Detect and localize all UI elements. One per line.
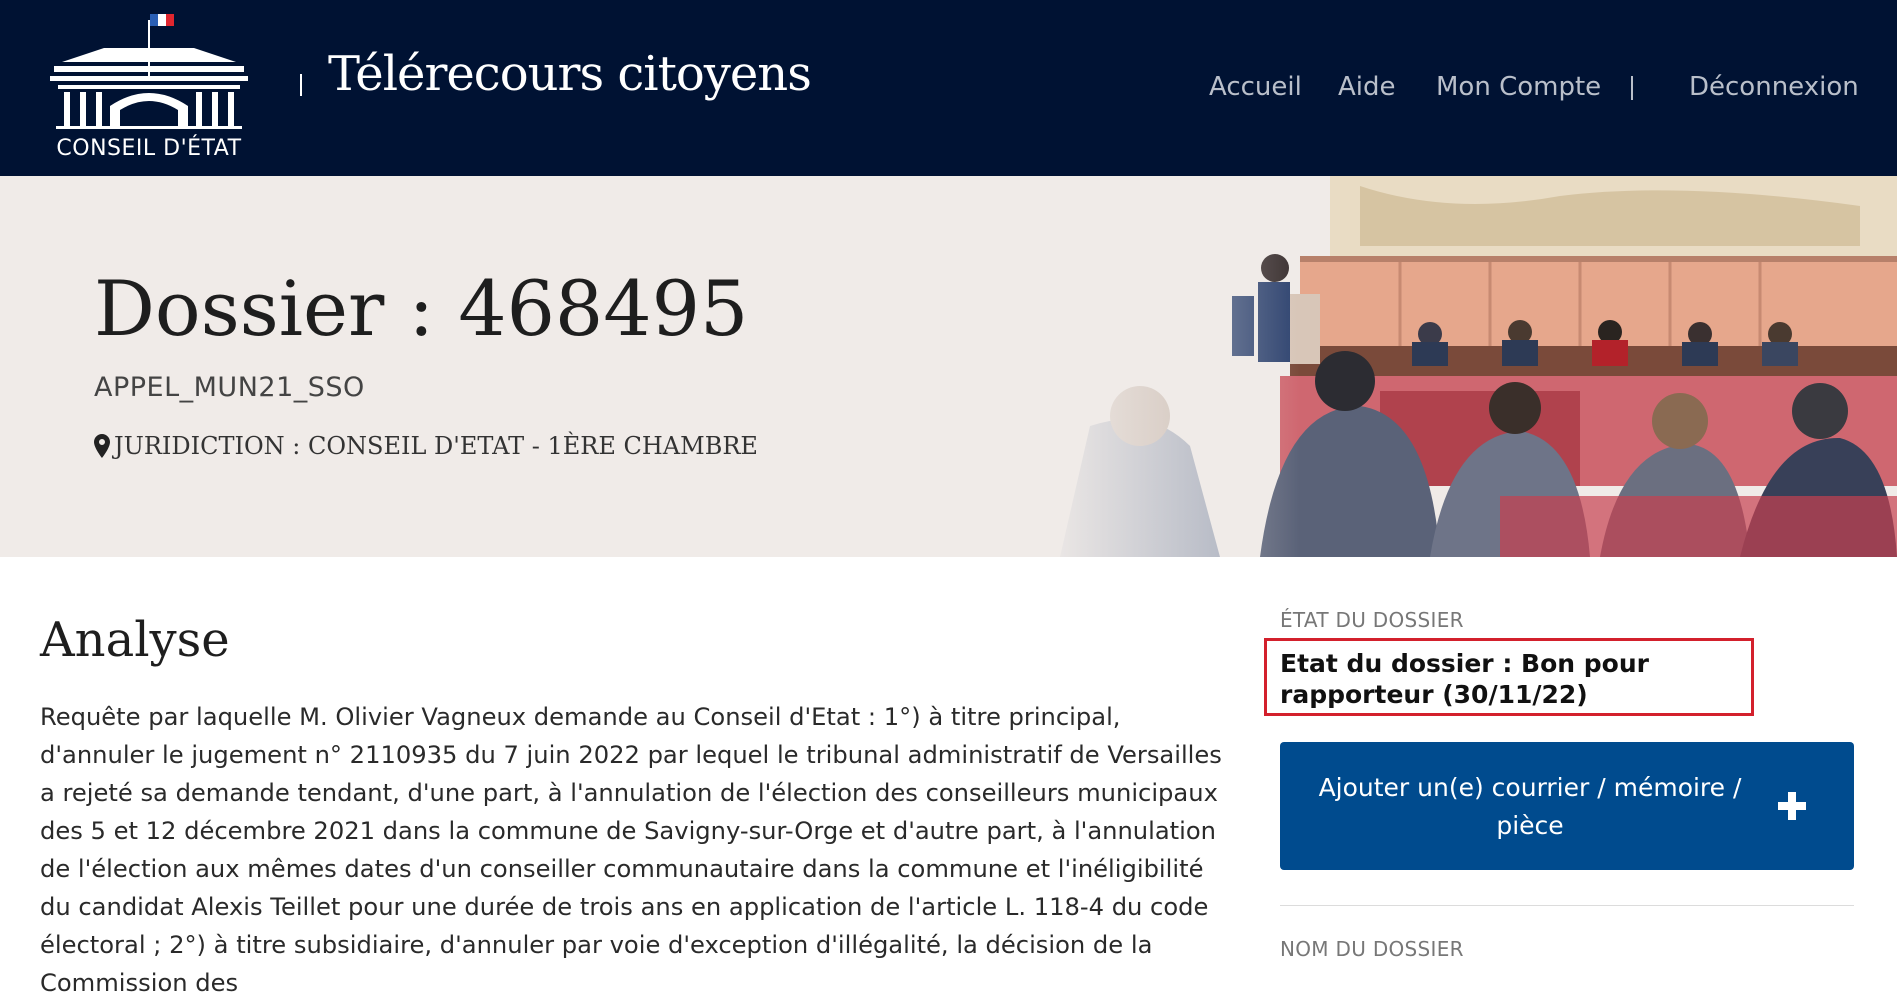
nav-deconnexion[interactable]: Déconnexion — [1689, 72, 1859, 102]
map-pin-icon — [94, 434, 110, 464]
ajouter-courrier-label: Ajouter un(e) courrier / mémoire / pièce — [1318, 773, 1742, 840]
courtroom-illustration — [1040, 176, 1897, 557]
dossier-banner: Dossier : 468495 APPEL_MUN21_SSO JURIDIC… — [0, 176, 1897, 557]
nav-mon-compte[interactable]: Mon Compte — [1436, 72, 1601, 102]
conseil-detat-logo[interactable]: CONSEIL D'ÉTAT — [44, 10, 254, 170]
juridiction: JURIDICTION : CONSEIL D'ETAT - 1ÈRE CHAM… — [94, 432, 758, 464]
title-separator — [300, 74, 302, 96]
nom-du-dossier-label: NOM DU DOSSIER — [1280, 937, 1464, 961]
plus-icon — [1778, 792, 1806, 820]
nav-separator — [1631, 76, 1633, 100]
etat-du-dossier-value: Etat du dossier : Bon pour rapporteur (3… — [1280, 649, 1649, 709]
dossier-code: APPEL_MUN21_SSO — [94, 372, 365, 403]
site-title[interactable]: Télérecours citoyens — [328, 46, 812, 102]
juridiction-text: JURIDICTION : CONSEIL D'ETAT - 1ÈRE CHAM… — [114, 432, 758, 460]
nav-accueil[interactable]: Accueil — [1209, 72, 1302, 102]
analyse-heading: Analyse — [40, 612, 230, 668]
analyse-text: Requête par laquelle M. Olivier Vagneux … — [40, 703, 1222, 997]
top-navigation-bar: CONSEIL D'ÉTAT Télérecours citoyens Accu… — [0, 0, 1897, 176]
etat-du-dossier-label: ÉTAT DU DOSSIER — [1280, 608, 1464, 632]
dossier-title: Dossier : 468495 — [94, 264, 749, 353]
logo-text: CONSEIL D'ÉTAT — [56, 136, 242, 161]
ajouter-courrier-button[interactable]: Ajouter un(e) courrier / mémoire / pièce — [1280, 742, 1854, 870]
sidebar-divider — [1280, 905, 1854, 906]
nav-aide[interactable]: Aide — [1338, 72, 1396, 102]
conseil-detat-emblem-icon — [50, 14, 248, 129]
